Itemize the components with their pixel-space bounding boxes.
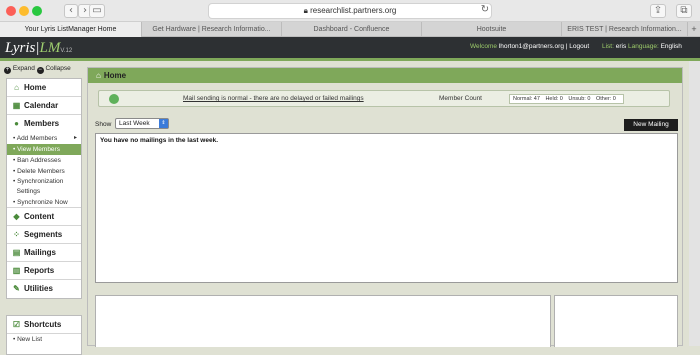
show-period-select[interactable]: Last Week ⇕ bbox=[115, 118, 169, 129]
wrench-icon: ✎ bbox=[13, 284, 20, 293]
shortcuts-header[interactable]: ☑ Shortcuts bbox=[7, 316, 81, 334]
sidebar-subitem-sync-settings[interactable]: • Synchronization Settings bbox=[7, 177, 81, 197]
count-held: Held: 0 bbox=[545, 96, 563, 102]
chevron-right-icon: ▸ bbox=[73, 135, 77, 141]
new-mailing-button[interactable]: New Mailing bbox=[624, 119, 678, 131]
nav-panel: ⌂ Home ▦ Calendar ● Members • Add Members ▸ … bbox=[6, 78, 82, 299]
count-other: Other: 0 bbox=[595, 96, 616, 102]
mailings-icon: ▤ bbox=[12, 248, 21, 257]
app-header: Lyris|LMV.12 Welcome lhorton1@partners.o… bbox=[0, 37, 700, 61]
share-button[interactable]: ⇪ bbox=[650, 4, 666, 18]
member-counts: Normal: 47 Held: 0 Unsub: 0 Other: 0 bbox=[509, 94, 624, 104]
address-bar[interactable]: 🔒︎ researchlist.partners.org bbox=[208, 3, 492, 19]
browser-tab-dashboard[interactable]: Dashboard - Confluence bbox=[282, 22, 422, 37]
list-language-info: List: eris Language: English bbox=[602, 43, 682, 50]
mail-status-bar: Mail sending is normal - there are no de… bbox=[98, 90, 670, 107]
no-mailings-message: You have no mailings in the last week. bbox=[100, 137, 218, 144]
collapse-link[interactable]: Collapse bbox=[45, 65, 70, 72]
sidebar-toggle-button[interactable]: ▭ bbox=[89, 4, 105, 18]
new-tab-button[interactable]: + bbox=[688, 22, 700, 37]
segments-icon: ⁘ bbox=[13, 230, 20, 239]
main-content: ⌂ Home Mail sending is normal - there are… bbox=[87, 67, 683, 347]
count-unsub: Unsub: 0 bbox=[568, 96, 591, 102]
browser-tab-get-hardware[interactable]: Get Hardware | Research Informatio... bbox=[142, 22, 282, 37]
sidebar-subitem-ban-addresses[interactable]: • Ban Addresses bbox=[7, 155, 81, 166]
chevron-updown-icon: ⇕ bbox=[159, 119, 168, 128]
close-window-button[interactable] bbox=[6, 6, 16, 16]
status-indicator-icon bbox=[109, 94, 119, 104]
sidebar-item-segments[interactable]: ⁘ Segments bbox=[7, 226, 81, 244]
count-normal: Normal: 47 bbox=[513, 96, 540, 102]
tabs-overview-button[interactable]: ⧉ bbox=[676, 4, 692, 18]
dashboard-panel-right bbox=[554, 295, 678, 347]
sidebar-item-content[interactable]: ◆ Content bbox=[7, 208, 81, 226]
browser-tab-eris-test[interactable]: ERIS TEST | Research Information... bbox=[562, 22, 688, 37]
dashboard-panel-left bbox=[95, 295, 551, 347]
lock-icon: 🔒︎ bbox=[303, 6, 308, 15]
sidebar-item-calendar[interactable]: ▦ Calendar bbox=[7, 97, 81, 115]
sidebar-item-utilities[interactable]: ✎ Utilities bbox=[7, 280, 81, 298]
sidebar-item-mailings[interactable]: ▤ Mailings bbox=[7, 244, 81, 262]
browser-titlebar: ‹ › ▭ 🔒︎ researchlist.partners.org ↻ ⇪ ⧉ bbox=[0, 0, 700, 22]
sidebar-subitem-add-members[interactable]: • Add Members ▸ bbox=[7, 133, 81, 144]
check-icon: ☑ bbox=[12, 320, 21, 329]
zoom-window-button[interactable] bbox=[32, 6, 42, 16]
reload-icon[interactable]: ↻ bbox=[480, 4, 490, 18]
lyris-logo: Lyris|LMV.12 bbox=[5, 40, 73, 56]
minus-icon[interactable]: − bbox=[36, 67, 44, 74]
browser-tab-lyris[interactable]: Your Lyris ListManager Home bbox=[0, 22, 142, 37]
calendar-icon: ▦ bbox=[12, 101, 21, 110]
user-email: lhorton1@partners.org bbox=[498, 43, 564, 50]
home-icon: ⌂ bbox=[14, 83, 19, 92]
sidebar-item-home[interactable]: ⌂ Home bbox=[7, 79, 81, 97]
shortcut-new-list[interactable]: • New List bbox=[7, 334, 81, 345]
person-icon: ● bbox=[14, 119, 19, 128]
home-icon: ⌂ bbox=[96, 71, 101, 80]
plus-icon[interactable]: + bbox=[4, 67, 11, 74]
expand-link[interactable]: Expand bbox=[13, 65, 35, 72]
sidebar-subitem-delete-members[interactable]: • Delete Members bbox=[7, 166, 81, 177]
back-button[interactable]: ‹ bbox=[64, 4, 78, 18]
content-icon: ◆ bbox=[13, 212, 20, 221]
reports-icon: ▥ bbox=[12, 266, 21, 275]
list-name[interactable]: eris bbox=[616, 43, 626, 50]
sidebar-subitem-view-members[interactable]: • View Members bbox=[7, 144, 81, 155]
minimize-window-button[interactable] bbox=[19, 6, 29, 16]
logout-link[interactable]: Logout bbox=[569, 43, 589, 50]
mail-status-link[interactable]: Mail sending is normal - there are no de… bbox=[183, 95, 364, 102]
sidebar: + Expand − Collapse ⌂ Home ▦ Calendar ● Mem… bbox=[0, 61, 82, 355]
expand-collapse-controls: + Expand − Collapse bbox=[4, 65, 71, 74]
page-scrollbar[interactable] bbox=[689, 61, 700, 346]
show-label: Show bbox=[95, 121, 112, 128]
sidebar-item-reports[interactable]: ▥ Reports bbox=[7, 262, 81, 280]
page-title: ⌂ Home bbox=[88, 68, 682, 83]
mailings-list: You have no mailings in the last week. bbox=[95, 133, 678, 283]
sidebar-item-members[interactable]: ● Members bbox=[7, 115, 81, 133]
browser-tab-hootsuite[interactable]: Hootsuite bbox=[422, 22, 562, 37]
browser-tabs: Your Lyris ListManager Home Get Hardware… bbox=[0, 22, 700, 37]
shortcuts-panel: ☑ Shortcuts • New List bbox=[6, 315, 82, 355]
member-count-label: Member Count bbox=[439, 95, 482, 102]
language-value[interactable]: English bbox=[661, 43, 682, 50]
sidebar-subitem-sync-now[interactable]: • Synchronize Now bbox=[7, 197, 81, 208]
welcome-text: Welcome lhorton1@partners.org | Logout bbox=[470, 43, 590, 50]
url-text: researchlist.partners.org bbox=[310, 6, 397, 15]
